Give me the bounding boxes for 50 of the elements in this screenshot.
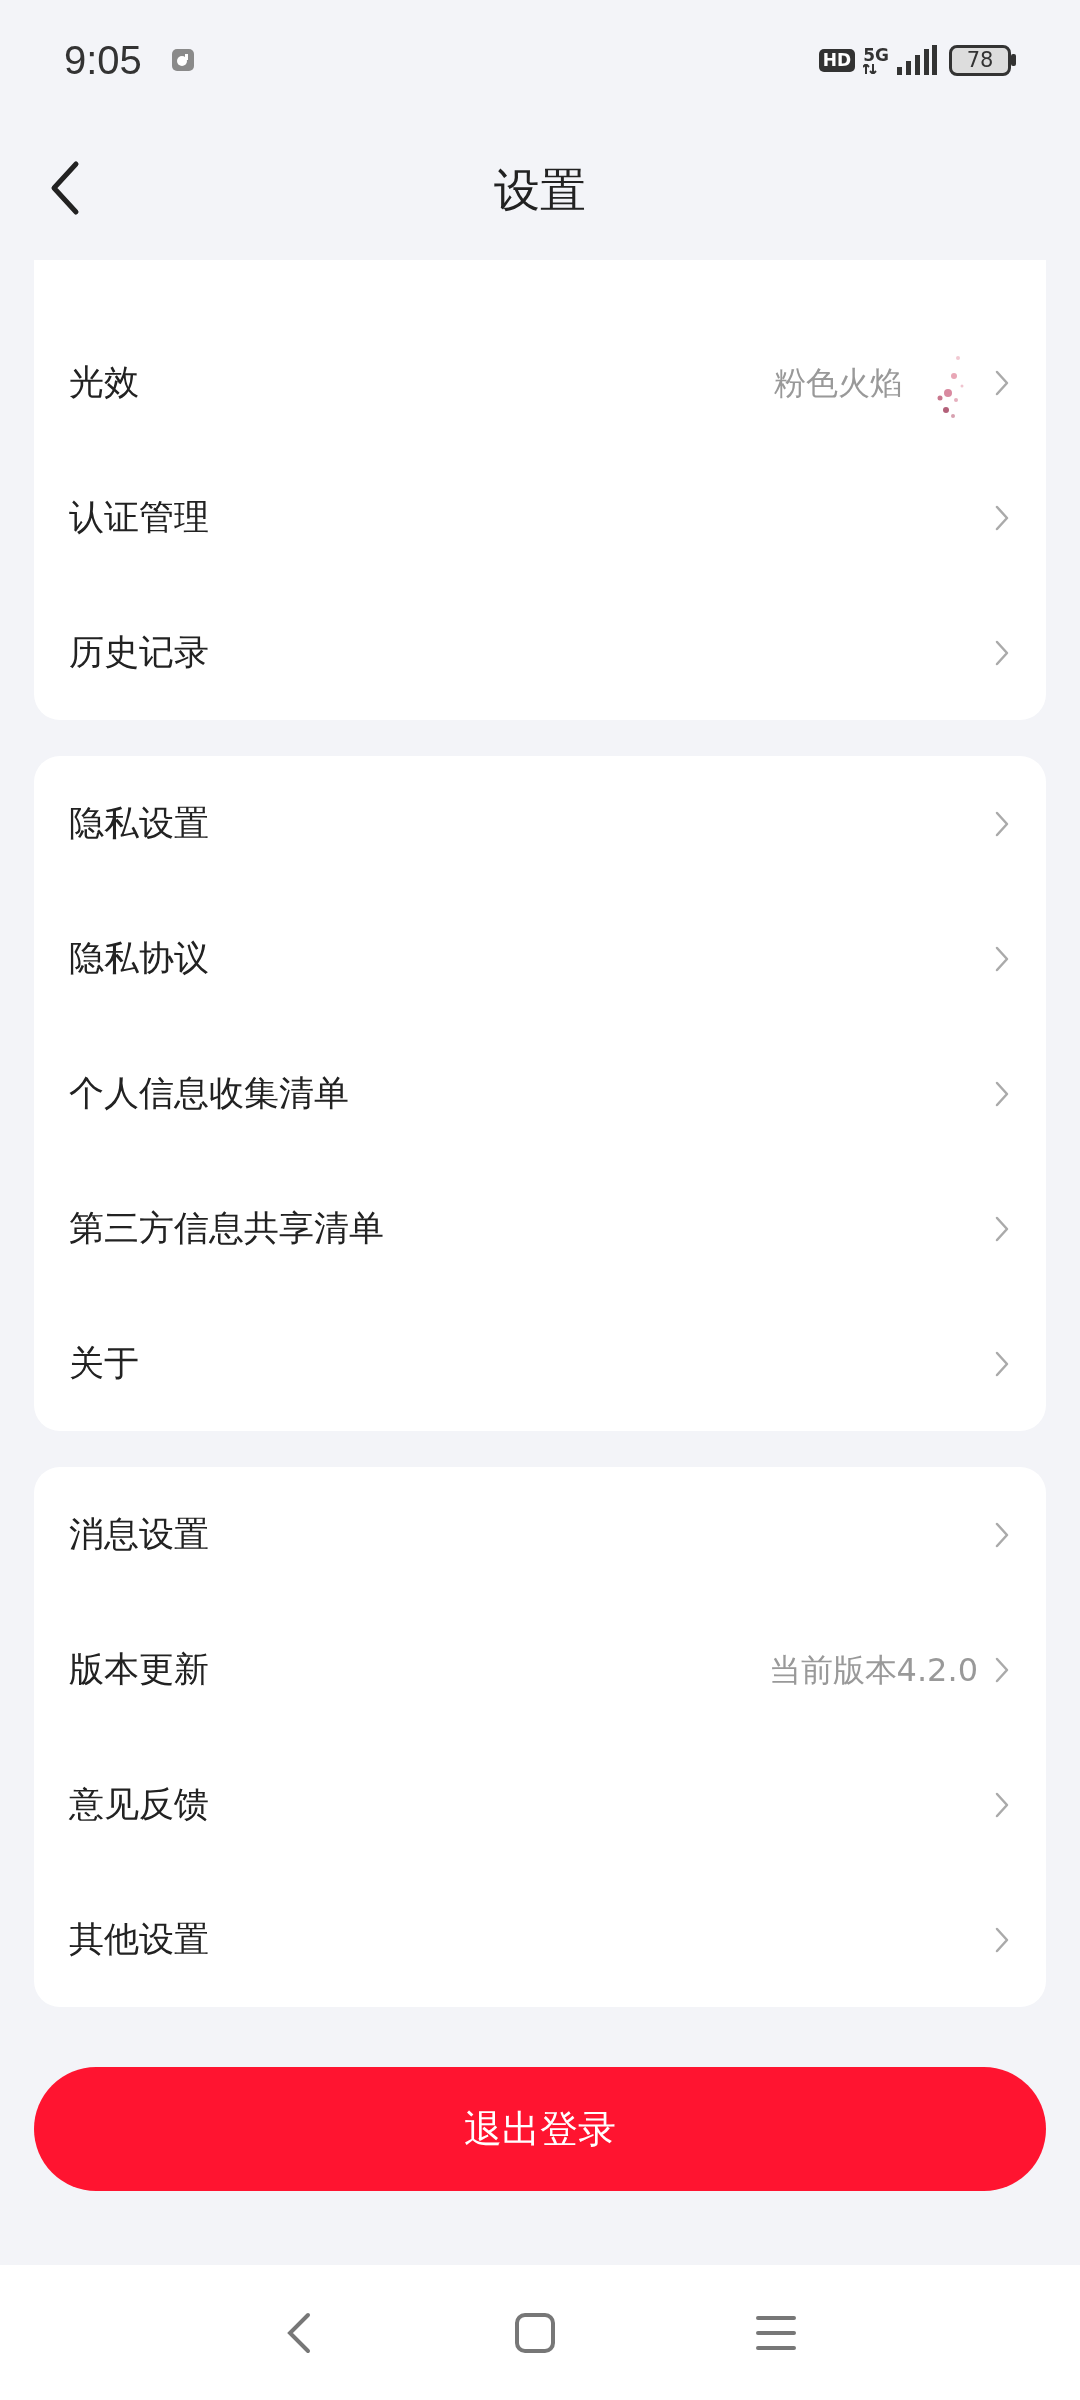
chevron-icon — [994, 1214, 1010, 1243]
row-label: 隐私设置 — [69, 802, 209, 846]
settings-row[interactable]: 版本更新 当前版本4.2.0 — [34, 1602, 1046, 1737]
page-title: 设置 — [494, 161, 586, 219]
row-label: 其他设置 — [69, 1918, 209, 1962]
chevron-icon — [994, 944, 1010, 973]
hd-badge: HD — [818, 48, 856, 72]
chevron-icon — [994, 503, 1010, 532]
chevron-icon — [994, 368, 1010, 397]
row-label: 历史记录 — [69, 631, 209, 675]
row-label: 第三方信息共享清单 — [69, 1207, 384, 1251]
settings-row[interactable]: 隐私协议 — [34, 891, 1046, 1026]
row-label: 光效 — [69, 361, 139, 405]
chevron-icon — [994, 1655, 1010, 1684]
settings-row[interactable]: 历史记录 — [34, 585, 1046, 720]
notification-icon — [171, 49, 194, 71]
row-label: 个人信息收集清单 — [69, 1072, 349, 1116]
network-label: 5G — [863, 46, 889, 64]
settings-row[interactable]: 认证管理 — [34, 450, 1046, 585]
chevron-icon — [994, 1079, 1010, 1108]
row-value: 当前版本4.2.0 — [768, 1649, 978, 1691]
settings-row[interactable]: 个人信息收集清单 — [34, 1026, 1046, 1161]
row-label: 关于 — [69, 1342, 139, 1386]
settings-row[interactable]: 其他设置 — [34, 1872, 1046, 2007]
battery-tip-icon — [1011, 54, 1016, 66]
battery-indicator: 78 — [949, 44, 1011, 76]
settings-row[interactable]: 意见反馈 — [34, 1737, 1046, 1872]
logout-button[interactable]: 退出登录 — [34, 2067, 1046, 2191]
settings-row[interactable]: 第三方信息共享清单 — [34, 1161, 1046, 1296]
row-label: 消息设置 — [69, 1513, 209, 1557]
row-label: 隐私协议 — [69, 937, 209, 981]
settings-row[interactable]: 光效 粉色火焰 — [34, 315, 1046, 450]
clock-text: 9:05 — [64, 37, 142, 84]
row-label: 意见反馈 — [69, 1783, 209, 1827]
settings-row[interactable]: 关于 — [34, 1296, 1046, 1431]
chevron-icon — [994, 1520, 1010, 1549]
chevron-icon — [994, 1925, 1010, 1954]
chevron-icon — [994, 1790, 1010, 1819]
menu-icon[interactable] — [756, 2314, 796, 2351]
home-icon[interactable] — [514, 2311, 556, 2354]
chevron-icon — [994, 638, 1010, 667]
chevron-icon — [994, 809, 1010, 838]
settings-row[interactable]: 消息设置 — [34, 1467, 1046, 1602]
chevron-icon — [994, 1349, 1010, 1378]
data-arrows-icon — [863, 63, 878, 74]
row-value: 粉色火焰 — [774, 362, 902, 404]
row-label: 认证管理 — [69, 496, 209, 540]
signal-icon — [897, 45, 937, 75]
row-label: 版本更新 — [69, 1648, 209, 1692]
settings-row[interactable]: 隐私设置 — [34, 756, 1046, 891]
